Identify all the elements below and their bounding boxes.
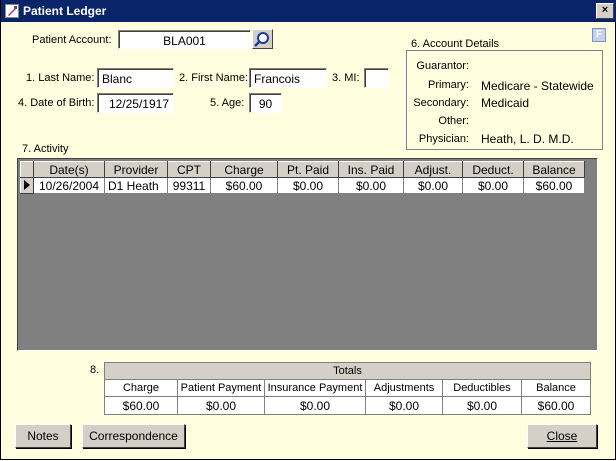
- ins-paid-cell[interactable]: $0.00: [338, 177, 404, 194]
- column-header[interactable]: Deduct.: [462, 161, 524, 178]
- title-bar: Patient Ledger ×: [1, 0, 616, 22]
- row-selector-header: [20, 161, 34, 178]
- total-insurance-payment: $0.00: [264, 396, 366, 415]
- physician-value: Heath, L. D. M.D.: [481, 132, 574, 146]
- activity-label: 7. Activity: [22, 143, 69, 155]
- app-icon: [5, 4, 19, 18]
- adjust-cell[interactable]: $0.00: [403, 177, 463, 194]
- totals-column-header: Deductibles: [442, 379, 522, 397]
- magnifier-icon: [253, 32, 272, 51]
- column-header[interactable]: Date(s): [33, 161, 105, 178]
- totals-title: Totals: [104, 362, 591, 380]
- mi-label: 3. MI:: [332, 72, 360, 84]
- total-patient-payment: $0.00: [177, 396, 265, 415]
- total-charge: $60.00: [104, 396, 178, 415]
- close-button[interactable]: Close: [527, 424, 597, 448]
- total-adjustments: $0.00: [365, 396, 443, 415]
- mi-field[interactable]: [364, 68, 389, 88]
- totals-column-header: Adjustments: [365, 379, 443, 397]
- last-name-field[interactable]: Blanc: [97, 68, 174, 88]
- totals-column-header: Patient Payment: [177, 379, 265, 397]
- dob-field[interactable]: 12/25/1917: [97, 93, 174, 113]
- column-header[interactable]: Charge: [210, 161, 278, 178]
- account-details-panel: Guarantor: Primary: Medicare - Statewide…: [406, 50, 603, 150]
- other-label: Other:: [438, 115, 469, 127]
- total-balance: $60.00: [521, 396, 591, 415]
- totals-column-header: Insurance Payment: [264, 379, 366, 397]
- notes-button[interactable]: Notes: [15, 424, 71, 448]
- column-header[interactable]: Ins. Paid: [338, 161, 404, 178]
- column-header[interactable]: Pt. Paid: [277, 161, 339, 178]
- totals-column-header: Charge: [104, 379, 178, 397]
- f-button[interactable]: F: [592, 28, 606, 42]
- last-name-label: 1. Last Name:: [26, 72, 95, 84]
- provider-cell[interactable]: D1 Heath: [104, 177, 168, 194]
- close-icon[interactable]: ×: [596, 3, 614, 19]
- activity-grid[interactable]: Date(s) Provider CPT Charge Pt. Paid Ins…: [17, 158, 598, 351]
- deduct-cell[interactable]: $0.00: [462, 177, 524, 194]
- cpt-cell[interactable]: 99311: [167, 177, 211, 194]
- totals-section-label: 8.: [90, 364, 100, 376]
- table-row[interactable]: 10/26/2004 D1 Heath 99311 $60.00 $0.00 $…: [20, 177, 585, 194]
- age-label: 5. Age:: [210, 97, 245, 109]
- primary-value: Medicare - Statewide: [481, 79, 594, 93]
- date-cell[interactable]: 10/26/2004: [33, 177, 105, 194]
- column-header[interactable]: Adjust.: [403, 161, 463, 178]
- dob-label: 4. Date of Birth:: [18, 97, 95, 109]
- guarantor-label: Guarantor:: [416, 60, 469, 72]
- account-details-label: 6. Account Details: [411, 38, 500, 50]
- age-field[interactable]: 90: [249, 93, 282, 113]
- pt-paid-cell[interactable]: $0.00: [277, 177, 339, 194]
- account-label: Patient Account:: [32, 34, 112, 46]
- column-header[interactable]: Balance: [523, 161, 585, 178]
- grid-header-row: Date(s) Provider CPT Charge Pt. Paid Ins…: [20, 161, 585, 178]
- total-deductibles: $0.00: [442, 396, 522, 415]
- first-name-field[interactable]: Francois: [249, 68, 327, 88]
- window-title: Patient Ledger: [23, 4, 107, 18]
- physician-label: Physician:: [418, 133, 469, 145]
- totals-column-header: Balance: [521, 379, 591, 397]
- charge-cell[interactable]: $60.00: [210, 177, 278, 194]
- correspondence-button[interactable]: Correspondence: [82, 424, 185, 448]
- row-pointer-icon: [20, 177, 34, 194]
- patient-ledger-window: Patient Ledger × Patient Account: BLA001…: [0, 0, 616, 460]
- column-header[interactable]: CPT: [167, 161, 211, 178]
- primary-label: Primary:: [428, 79, 469, 91]
- totals-table: Totals Charge Patient Payment Insurance …: [104, 362, 591, 415]
- account-field[interactable]: BLA001: [118, 30, 251, 49]
- first-name-label: 2. First Name:: [179, 72, 249, 84]
- balance-cell[interactable]: $60.00: [523, 177, 585, 194]
- secondary-value: Medicaid: [481, 96, 530, 110]
- secondary-label: Secondary:: [413, 97, 469, 109]
- search-button[interactable]: [252, 29, 273, 49]
- column-header[interactable]: Provider: [104, 161, 168, 178]
